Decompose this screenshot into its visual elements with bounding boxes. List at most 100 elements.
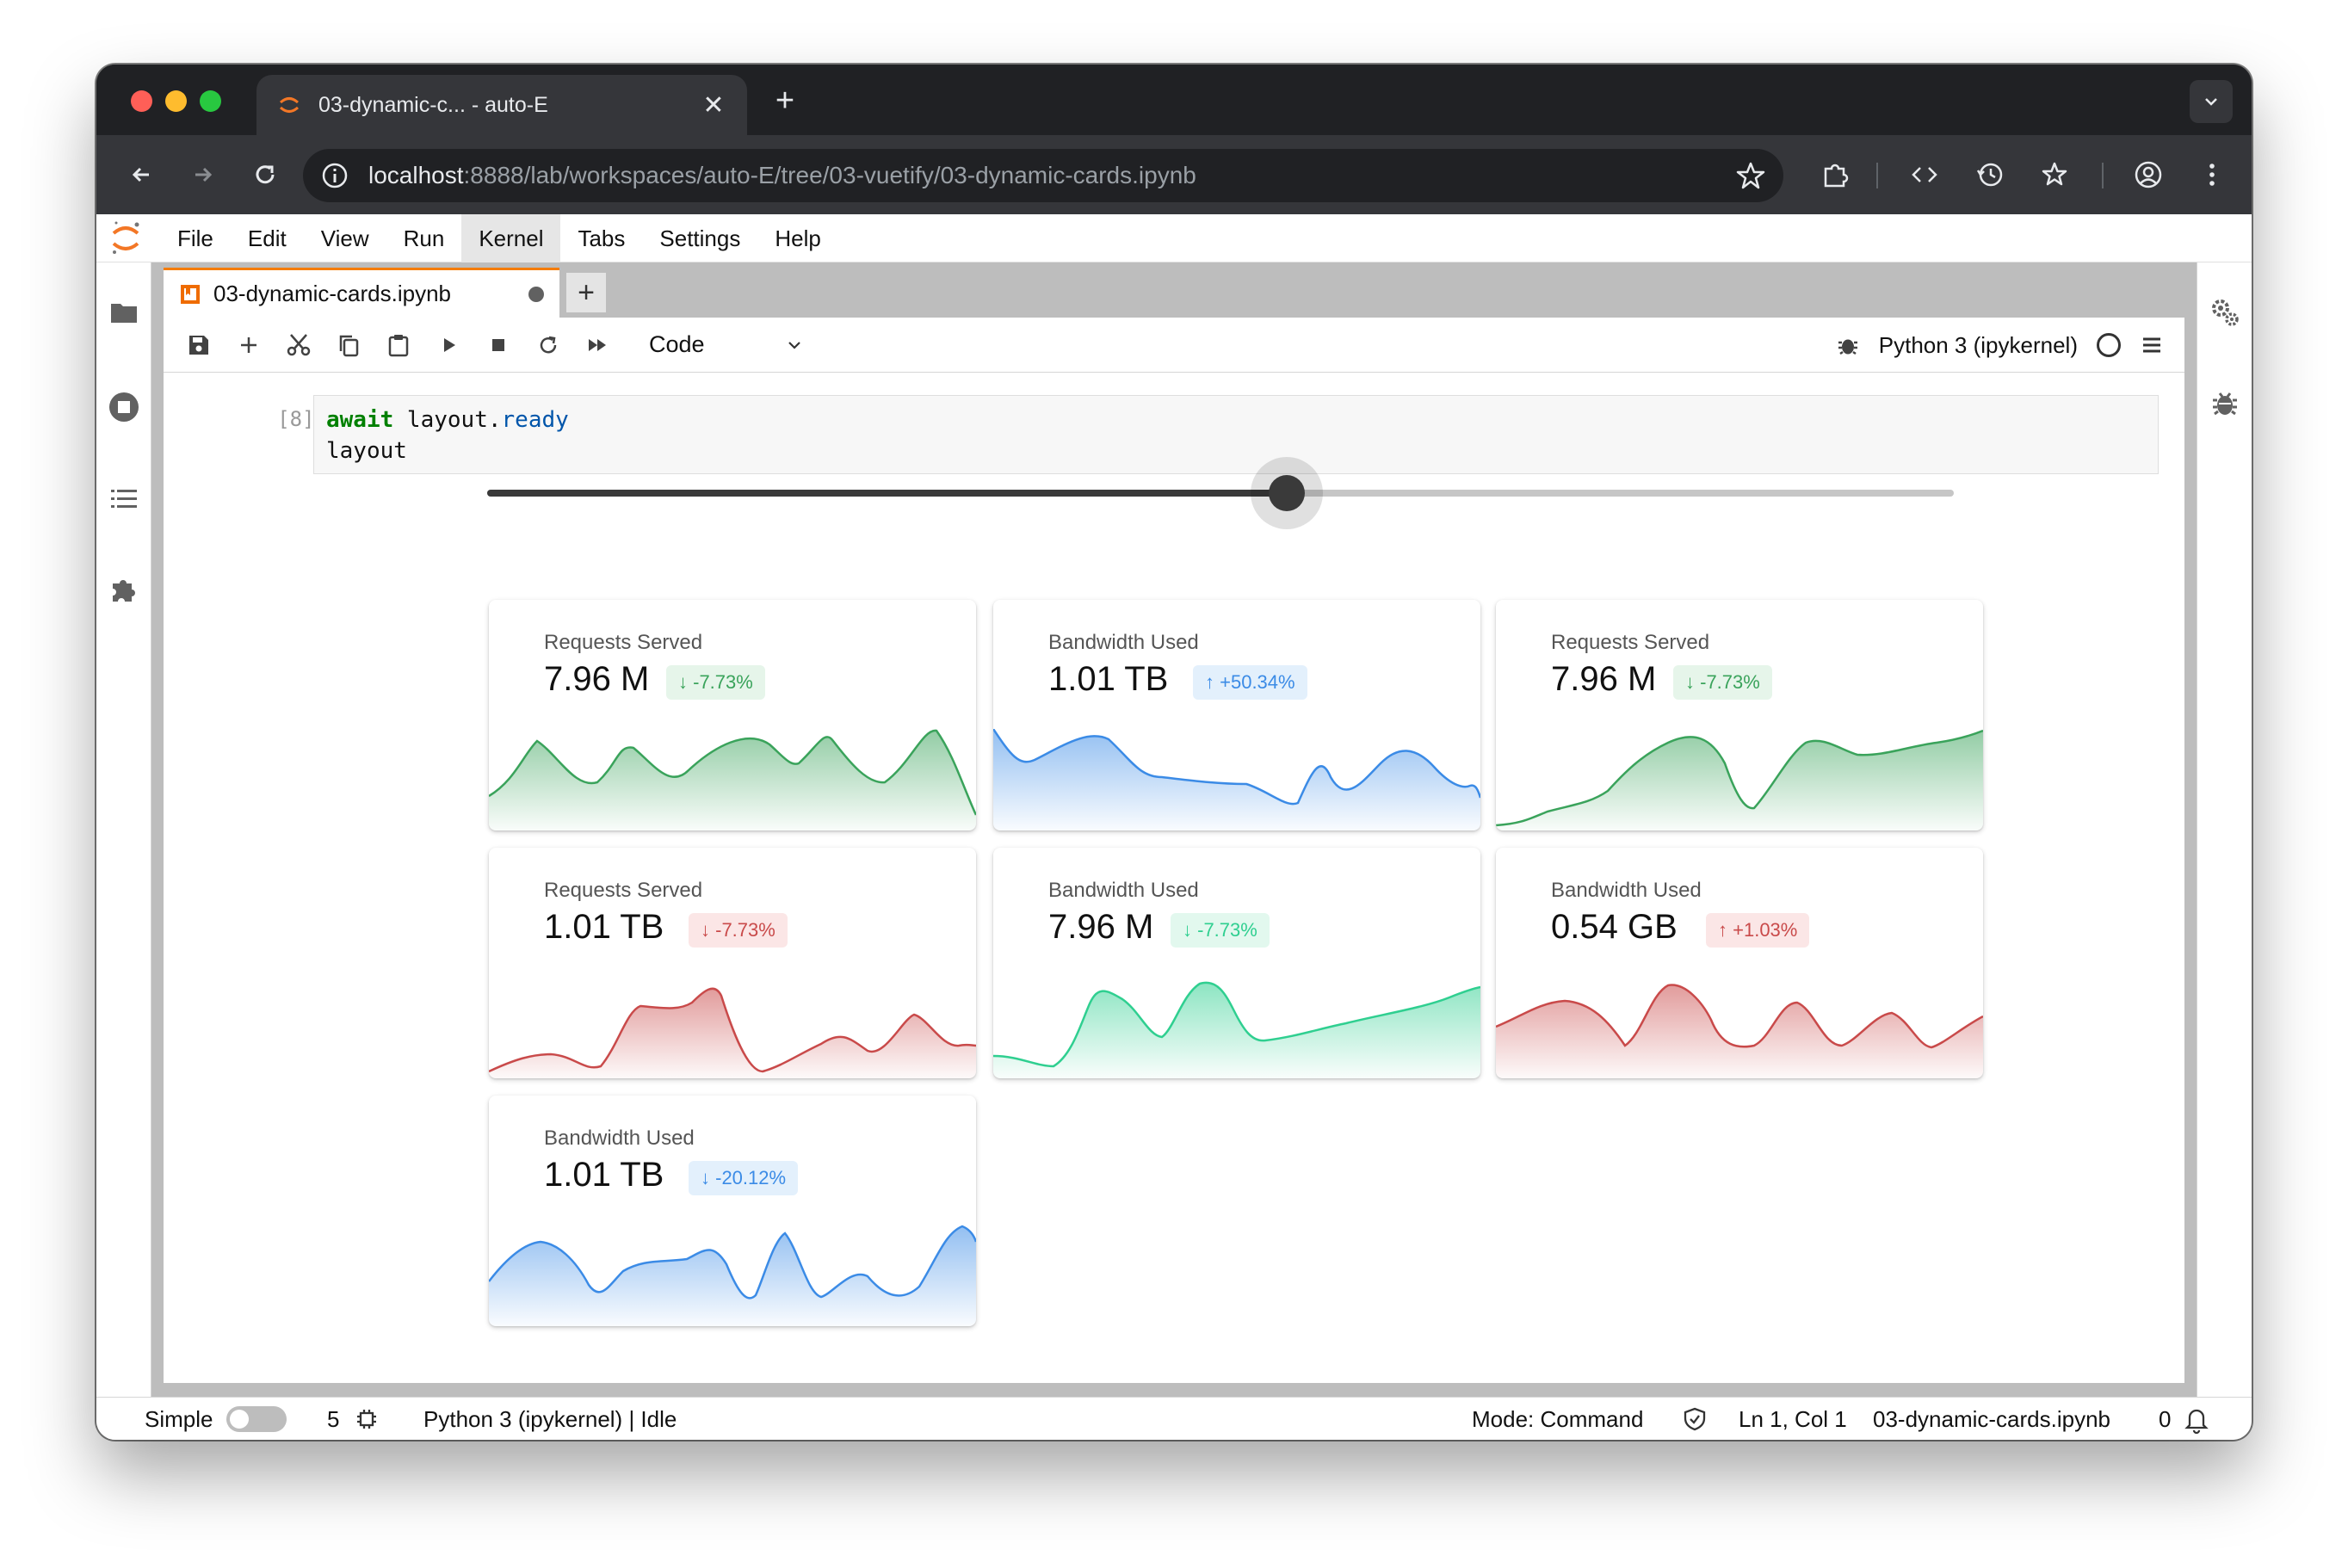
menu-settings[interactable]: Settings xyxy=(642,214,757,262)
bookmark-star-icon[interactable] xyxy=(1735,160,1766,191)
simple-mode-switch[interactable] xyxy=(226,1406,287,1432)
simple-mode-label: Simple xyxy=(145,1405,213,1432)
menu-tabs[interactable]: Tabs xyxy=(560,214,642,262)
debugger-tab[interactable] xyxy=(2204,383,2246,424)
trusted-indicator[interactable] xyxy=(1682,1398,1708,1440)
cpu-chip-icon xyxy=(357,1410,377,1429)
unsaved-indicator[interactable] xyxy=(528,286,544,302)
metric-card: Requests Served 7.96 M ↓ -7.73% xyxy=(1496,600,1983,830)
metric-card-title: Bandwidth Used xyxy=(1551,879,1702,902)
table-of-contents-tab[interactable] xyxy=(103,478,145,519)
slider-thumb[interactable] xyxy=(1269,475,1305,511)
notebook-tab-title: 03-dynamic-cards.ipynb xyxy=(213,281,452,306)
status-bar: Simple 5 Python 3 (ipykernel) | Idle Mod… xyxy=(96,1397,2252,1440)
menu-kernel[interactable]: Kernel xyxy=(461,213,561,262)
jupyter-logo-icon xyxy=(102,214,150,262)
interrupt-kernel-button[interactable] xyxy=(473,320,523,370)
metric-sparkline xyxy=(1496,984,1983,1078)
history-button[interactable] xyxy=(1969,154,2011,195)
menu-help[interactable]: Help xyxy=(757,214,837,262)
metric-sparkline xyxy=(993,729,1480,830)
menu-file[interactable]: File xyxy=(160,214,231,262)
maximize-window-button[interactable] xyxy=(200,90,221,112)
metric-change-value: -20.12% xyxy=(715,1167,787,1188)
restart-kernel-button[interactable] xyxy=(523,320,573,370)
close-window-button[interactable] xyxy=(131,90,152,112)
extension-manager-tab[interactable] xyxy=(103,569,145,610)
metric-card-title: Bandwidth Used xyxy=(1048,631,1199,654)
kernel-status-text[interactable]: Python 3 (ipykernel) | Idle xyxy=(423,1398,677,1440)
toolbar-divider-2 xyxy=(2102,163,2104,188)
notebook-document-tab[interactable]: 03-dynamic-cards.ipynb xyxy=(164,268,559,318)
metric-card-title: Requests Served xyxy=(544,879,703,902)
paste-button[interactable] xyxy=(374,320,423,370)
notebook-panel: Code Python 3 (ipykernel) [8]: await lay… xyxy=(164,318,2184,1383)
back-button[interactable] xyxy=(120,154,162,195)
forward-button[interactable] xyxy=(182,154,224,195)
sparkline-area xyxy=(1496,985,1983,1078)
profile-button[interactable] xyxy=(2128,154,2169,195)
account-icon xyxy=(2135,161,2162,188)
save-button[interactable] xyxy=(174,320,224,370)
insert-cell-button[interactable] xyxy=(224,320,274,370)
metric-change-badge: ↓ -7.73% xyxy=(1673,665,1772,700)
current-filename: 03-dynamic-cards.ipynb xyxy=(1873,1405,2111,1432)
bug-icon[interactable] xyxy=(1836,333,1860,357)
sparkline-area xyxy=(489,988,976,1078)
file-browser-tab[interactable] xyxy=(103,292,145,333)
bug-icon xyxy=(2213,392,2237,416)
extensions-button[interactable] xyxy=(1814,154,1856,195)
close-tab-icon[interactable]: ✕ xyxy=(701,90,726,120)
shield-check-icon xyxy=(1684,1407,1706,1431)
output-slider[interactable] xyxy=(487,457,1954,529)
code-cell-editor[interactable]: await layout.ready layout xyxy=(313,395,2159,474)
browser-menu-button[interactable] xyxy=(2191,154,2233,195)
puzzle-icon xyxy=(1824,164,1849,188)
menu-edit[interactable]: Edit xyxy=(231,214,304,262)
metric-change-value: -7.73% xyxy=(1197,919,1257,941)
menu-run[interactable]: Run xyxy=(386,214,462,262)
url-text: localhost:8888/lab/workspaces/auto-E/tre… xyxy=(368,162,1196,188)
arrow-left-icon xyxy=(132,167,149,182)
minimize-window-button[interactable] xyxy=(165,90,187,112)
metric-card-title: Bandwidth Used xyxy=(1048,879,1199,902)
running-terminals-indicator[interactable]: 5 xyxy=(327,1398,379,1440)
property-inspector-tab[interactable] xyxy=(2204,292,2246,333)
bookmarks-button[interactable] xyxy=(2035,154,2076,195)
hamburger-menu-icon[interactable] xyxy=(2140,333,2164,357)
notifications-button[interactable] xyxy=(2183,1398,2210,1440)
copy-button[interactable] xyxy=(324,320,374,370)
reload-button[interactable] xyxy=(244,154,286,195)
address-bar[interactable]: localhost:8888/lab/workspaces/auto-E/tre… xyxy=(303,149,1783,202)
metric-change-badge: ↓ -7.73% xyxy=(666,665,765,700)
simple-mode-toggle[interactable]: Simple xyxy=(145,1398,287,1440)
metric-card-value: 7.96 M xyxy=(1551,660,1657,698)
jupyter-favicon-icon xyxy=(279,97,300,113)
kebab-menu-icon xyxy=(2209,164,2215,186)
metric-card: Bandwidth Used 1.01 TB ↓ -20.12% xyxy=(489,1096,976,1326)
puzzle-piece-icon xyxy=(113,580,135,602)
metric-card-title: Bandwidth Used xyxy=(544,1127,695,1150)
browser-window: 03-dynamic-c... - auto-E ✕ + localhost:8… xyxy=(96,65,2252,1440)
new-tab-button[interactable]: + xyxy=(766,82,804,120)
browser-tab-active[interactable]: 03-dynamic-c... - auto-E ✕ xyxy=(256,75,747,135)
menu-view[interactable]: View xyxy=(304,214,386,262)
devtools-button[interactable] xyxy=(1904,154,1945,195)
run-cell-button[interactable] xyxy=(423,320,473,370)
running-sessions-tab[interactable] xyxy=(103,386,145,428)
restart-run-all-button[interactable] xyxy=(573,320,623,370)
code-icon xyxy=(1912,167,1937,182)
metric-card: Requests Served 1.01 TB ↓ -7.73% xyxy=(489,848,976,1078)
site-info-icon[interactable] xyxy=(320,161,349,190)
metric-change-badge: ↑ +1.03% xyxy=(1706,913,1810,948)
kernel-area: Python 3 (ipykernel) xyxy=(1836,318,2164,373)
arrow-down-icon: ↓ xyxy=(1685,671,1701,693)
arrow-down-icon: ↓ xyxy=(678,671,694,693)
cursor-position[interactable]: Ln 1, Col 1 xyxy=(1739,1398,1847,1440)
cut-button[interactable] xyxy=(274,320,324,370)
metric-card-value: 1.01 TB xyxy=(544,908,664,946)
cell-type-select[interactable]: Code xyxy=(649,331,804,358)
kernel-name-button[interactable]: Python 3 (ipykernel) xyxy=(1879,332,2078,359)
new-launcher-button[interactable]: + xyxy=(566,273,606,312)
tab-search-button[interactable] xyxy=(2190,80,2233,123)
